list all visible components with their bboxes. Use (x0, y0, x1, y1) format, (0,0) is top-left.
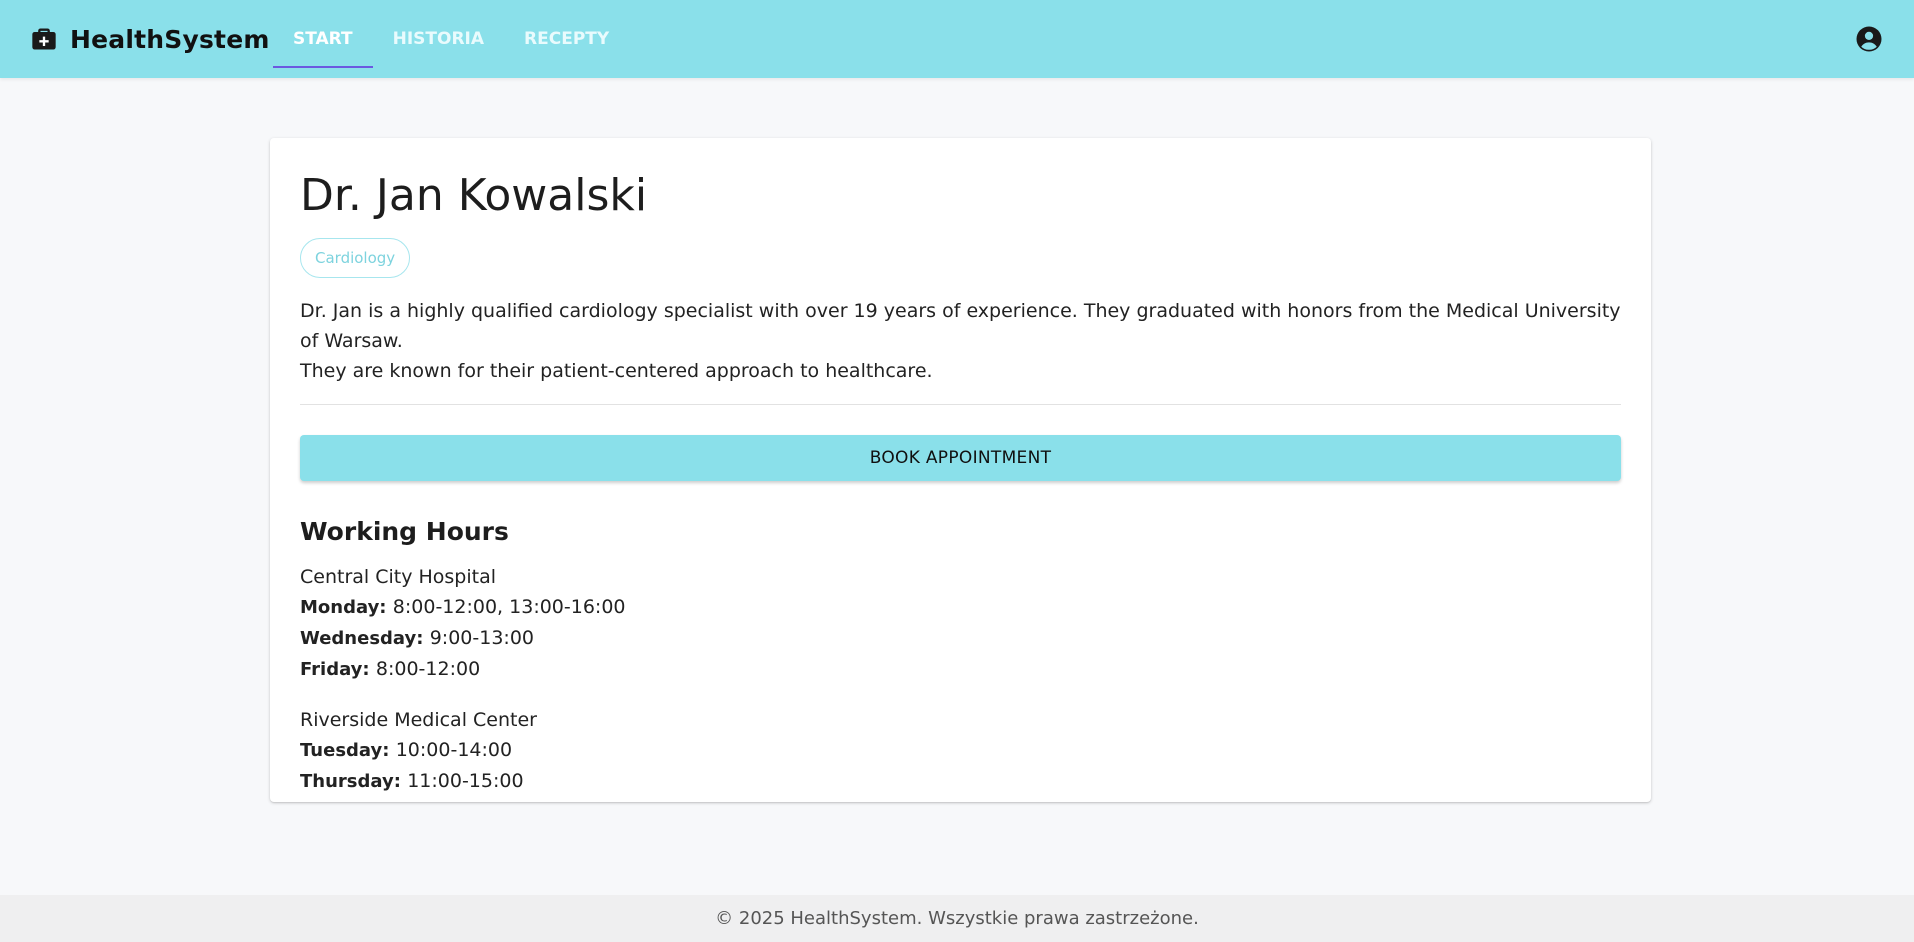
hours-row: Monday: 8:00-12:00, 13:00-16:00 (300, 592, 1621, 623)
day-label: Wednesday: (300, 628, 430, 650)
time-range: 11:00-15:00 (407, 770, 524, 793)
day-label: Friday: (300, 659, 376, 681)
doctor-name: Dr. Jan Kowalski (300, 170, 648, 221)
doctor-bio: Dr. Jan is a highly qualified cardiology… (300, 296, 1621, 386)
specialty-chip: Cardiology (300, 238, 411, 279)
hours-row: Tuesday: 10:00-14:00 (300, 735, 1621, 766)
time-range: 10:00-14:00 (395, 739, 513, 762)
location-riverside: Riverside Medical Center Tuesday: 10:00-… (300, 705, 1621, 797)
tab-historia[interactable]: HISTORIA (373, 0, 504, 78)
main-nav: START HISTORIA RECEPTY (273, 0, 629, 78)
location-name: Central City Hospital (300, 566, 497, 589)
time-range: 9:00-13:00 (429, 627, 534, 650)
divider (300, 404, 1621, 406)
doctor-profile-card: Dr. Jan Kowalski Cardiology Dr. Jan is a… (270, 138, 1651, 802)
book-appointment-button[interactable]: BOOK APPOINTMENT (300, 435, 1621, 482)
hours-row: Wednesday: 9:00-13:00 (300, 623, 1621, 654)
footer: © 2025 HealthSystem. Wszystkie prawa zas… (0, 895, 1914, 942)
tab-start[interactable]: START (273, 0, 373, 78)
copyright-text: © 2025 HealthSystem. Wszystkie prawa zas… (715, 908, 1199, 929)
bio-line: They are known for their patient-centere… (300, 360, 933, 383)
tab-recepty[interactable]: RECEPTY (504, 0, 629, 78)
location-central-city: Central City Hospital Monday: 8:00-12:00… (300, 562, 1621, 685)
day-label: Thursday: (300, 771, 408, 793)
time-range: 8:00-12:00 (375, 658, 481, 681)
time-range: 8:00-12:00, 13:00-16:00 (392, 596, 626, 619)
location-name: Riverside Medical Center (300, 709, 537, 732)
brand[interactable]: HealthSystem (30, 22, 270, 56)
app-name: HealthSystem (70, 24, 270, 54)
working-hours-title: Working Hours (300, 517, 509, 547)
account-circle-icon[interactable] (1854, 24, 1884, 54)
medical-bag-icon (30, 25, 58, 53)
day-label: Monday: (300, 597, 393, 619)
hours-row: Thursday: 11:00-15:00 (300, 766, 1621, 797)
bio-line: Dr. Jan is a highly qualified cardiology… (300, 300, 1621, 353)
top-app-bar: HealthSystem START HISTORIA RECEPTY (0, 0, 1914, 78)
hours-row: Friday: 8:00-12:00 (300, 654, 1621, 685)
day-label: Tuesday: (300, 740, 396, 762)
